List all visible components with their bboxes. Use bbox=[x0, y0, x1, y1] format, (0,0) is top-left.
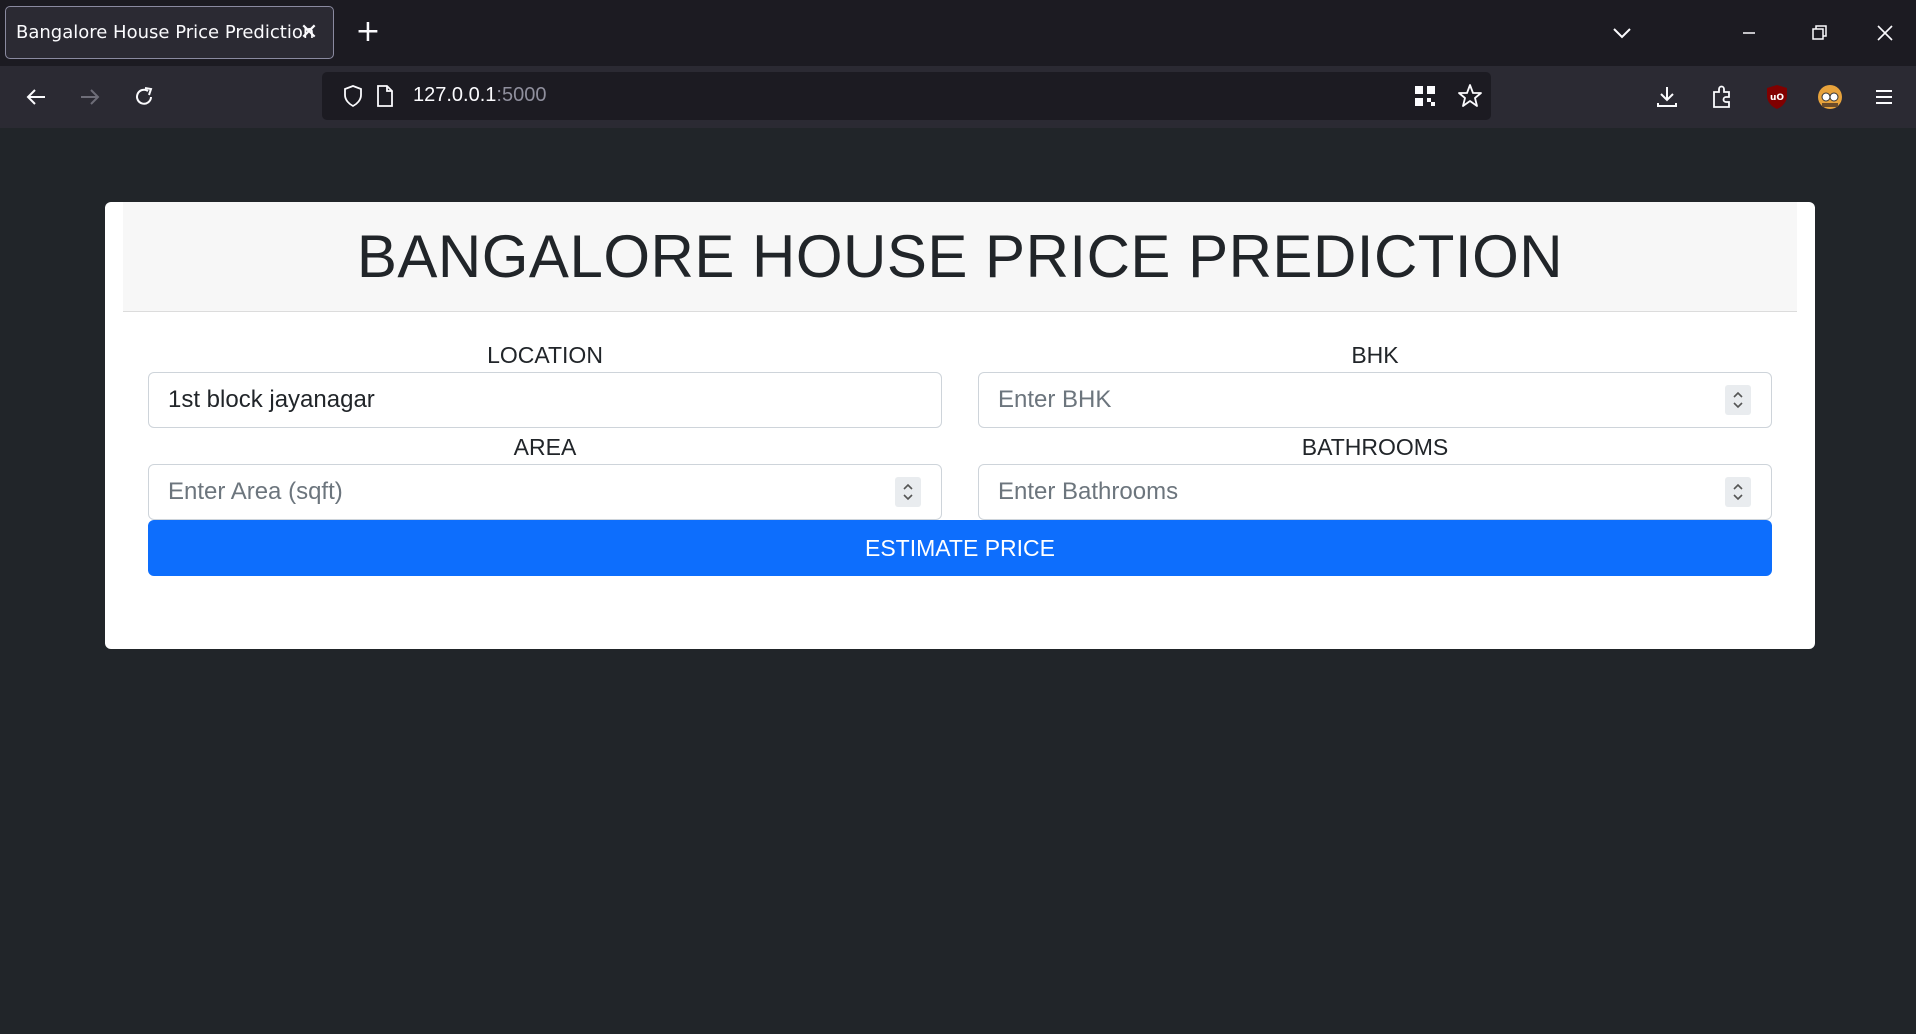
estimate-price-button[interactable]: ESTIMATE PRICE bbox=[148, 520, 1772, 576]
download-icon[interactable] bbox=[1650, 80, 1684, 114]
forward-arrow-icon[interactable] bbox=[73, 80, 107, 114]
hamburger-menu-icon[interactable] bbox=[1867, 80, 1901, 114]
bhk-input[interactable] bbox=[978, 372, 1772, 428]
chevron-down-icon[interactable] bbox=[1609, 20, 1635, 46]
url-host: 127.0.0.1 bbox=[413, 84, 497, 106]
bhk-spinner-icon[interactable] bbox=[1725, 385, 1751, 415]
area-label: AREA bbox=[513, 434, 577, 460]
browser-tab-bar: Bangalore House Price Prediction ✕ + bbox=[0, 0, 1916, 66]
page-title: BANGALORE HOUSE PRICE PREDICTION bbox=[356, 223, 1564, 290]
location-label: LOCATION bbox=[487, 342, 603, 368]
area-spinner-icon[interactable] bbox=[895, 477, 921, 507]
shield-icon[interactable] bbox=[340, 83, 366, 109]
url-text[interactable]: 127.0.0.1:5000 bbox=[413, 84, 546, 107]
url-port: :5000 bbox=[496, 84, 547, 106]
page-icon bbox=[372, 83, 398, 109]
browser-tab[interactable]: Bangalore House Price Prediction ✕ bbox=[5, 6, 334, 59]
profile-avatar-icon[interactable] bbox=[1813, 80, 1847, 114]
tab-title: Bangalore House Price Prediction bbox=[16, 22, 315, 43]
close-window-icon[interactable] bbox=[1872, 20, 1898, 46]
restore-window-icon[interactable] bbox=[1806, 20, 1832, 46]
location-input[interactable] bbox=[148, 372, 942, 428]
bathrooms-label: BATHROOMS bbox=[1301, 434, 1449, 460]
bhk-label: BHK bbox=[1351, 342, 1399, 368]
extensions-icon[interactable] bbox=[1705, 80, 1739, 114]
new-tab-icon[interactable]: + bbox=[353, 17, 383, 47]
close-tab-icon[interactable]: ✕ bbox=[297, 21, 321, 45]
qr-code-icon[interactable] bbox=[1412, 83, 1438, 109]
ublock-origin-icon[interactable]: uO bbox=[1760, 80, 1794, 114]
bathrooms-spinner-icon[interactable] bbox=[1725, 477, 1751, 507]
bathrooms-input[interactable] bbox=[978, 464, 1772, 520]
browser-toolbar: 127.0.0.1:5000 uO bbox=[0, 66, 1916, 128]
minimize-window-icon[interactable] bbox=[1736, 20, 1762, 46]
prediction-card: BANGALORE HOUSE PRICE PREDICTION LOCATIO… bbox=[105, 202, 1815, 649]
back-arrow-icon[interactable] bbox=[19, 80, 53, 114]
area-input[interactable] bbox=[148, 464, 942, 520]
bookmark-star-icon[interactable] bbox=[1457, 83, 1483, 109]
card-header: BANGALORE HOUSE PRICE PREDICTION bbox=[123, 202, 1797, 312]
svg-text:uO: uO bbox=[1770, 93, 1784, 103]
url-bar[interactable]: 127.0.0.1:5000 bbox=[322, 72, 1491, 120]
reload-icon[interactable] bbox=[127, 80, 161, 114]
